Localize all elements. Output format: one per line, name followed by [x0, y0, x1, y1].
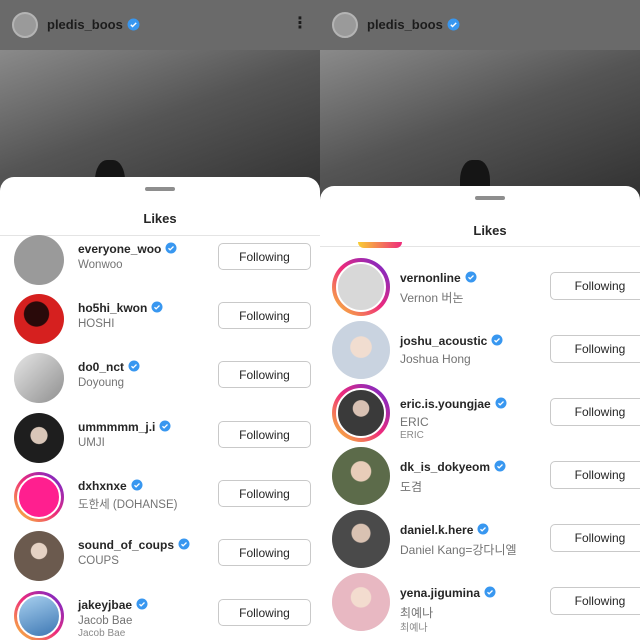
- user-row[interactable]: dk_is_dokyeom 도겸 Following: [320, 447, 640, 505]
- username[interactable]: joshu_acoustic: [400, 334, 503, 348]
- sheet-drag-handle[interactable]: [145, 187, 175, 191]
- following-button[interactable]: Following: [218, 302, 311, 329]
- sheet-title: Likes: [473, 223, 507, 238]
- full-name: Joshua Hong: [400, 352, 471, 366]
- full-name: UMJI: [78, 437, 105, 449]
- username[interactable]: eric.is.youngjae: [400, 397, 507, 411]
- following-button[interactable]: Following: [218, 539, 311, 566]
- verified-badge-icon: [131, 479, 143, 491]
- verified-badge-icon: [447, 18, 460, 31]
- user-row[interactable]: daniel.k.here Daniel Kang=강다니엘 Following: [320, 510, 640, 568]
- full-name: Vernon 버논: [400, 291, 464, 305]
- full-name: Wonwoo: [78, 259, 123, 271]
- following-button[interactable]: Following: [550, 461, 640, 489]
- following-button[interactable]: Following: [550, 398, 640, 426]
- left-screenshot-panel: pledis_boos ⋮ Likes everyone_woo Wonwoo …: [0, 0, 320, 640]
- following-button[interactable]: Following: [218, 599, 311, 626]
- avatar-story-ring[interactable]: [332, 384, 390, 442]
- username[interactable]: jakeyjbae: [78, 598, 148, 612]
- user-row[interactable]: eric.is.youngjae ERIC ERIC Following: [320, 384, 640, 442]
- secondary-name: 최예나: [400, 623, 428, 634]
- following-button[interactable]: Following: [218, 243, 311, 270]
- avatar[interactable]: [332, 573, 390, 631]
- post-author-username[interactable]: pledis_boos: [47, 17, 140, 32]
- likes-sheet: Likes vernonline Vernon 버논 Following jos…: [320, 186, 640, 640]
- verified-badge-icon: [484, 586, 496, 598]
- user-row[interactable]: ummmmm_j.i UMJI Following: [0, 410, 320, 466]
- partial-avatar-story-ring: [358, 242, 402, 248]
- user-row[interactable]: do0_nct Doyoung Following: [0, 350, 320, 406]
- post-header: pledis_boos ⋮: [0, 0, 320, 50]
- username[interactable]: everyone_woo: [78, 242, 177, 256]
- verified-badge-icon: [165, 242, 177, 254]
- avatar-story-ring[interactable]: [332, 258, 390, 316]
- post-header: pledis_boos: [320, 0, 640, 50]
- verified-badge-icon: [465, 271, 477, 283]
- verified-badge-icon: [128, 360, 140, 372]
- avatar[interactable]: [14, 353, 64, 403]
- following-button[interactable]: Following: [218, 480, 311, 507]
- sheet-title: Likes: [143, 211, 177, 226]
- full-name: 도한세 (DOHANSE): [78, 499, 178, 511]
- verified-badge-icon: [127, 18, 140, 31]
- user-row[interactable]: dxhxnxe 도한세 (DOHANSE) Following: [0, 469, 320, 525]
- full-name: HOSHI: [78, 318, 115, 330]
- user-row[interactable]: joshu_acoustic Joshua Hong Following: [320, 321, 640, 379]
- verified-badge-icon: [178, 538, 190, 550]
- more-options-icon[interactable]: ⋮: [292, 16, 308, 32]
- user-row[interactable]: vernonline Vernon 버논 Following: [320, 258, 640, 316]
- username[interactable]: dk_is_dokyeom: [400, 460, 506, 474]
- verified-badge-icon: [151, 301, 163, 313]
- verified-badge-icon: [136, 598, 148, 610]
- following-button[interactable]: Following: [550, 587, 640, 615]
- post-author-username[interactable]: pledis_boos: [367, 17, 460, 32]
- verified-badge-icon: [494, 460, 506, 472]
- avatar-story-ring[interactable]: [14, 591, 64, 640]
- avatar[interactable]: [332, 447, 390, 505]
- user-row[interactable]: everyone_woo Wonwoo Following: [0, 232, 320, 288]
- user-row[interactable]: jakeyjbae Jacob Bae Jacob Bae Following: [0, 588, 320, 640]
- full-name: Daniel Kang=강다니엘: [400, 543, 517, 557]
- post-author-avatar[interactable]: [12, 12, 38, 38]
- following-button[interactable]: Following: [550, 524, 640, 552]
- avatar[interactable]: [14, 294, 64, 344]
- avatar[interactable]: [14, 413, 64, 463]
- following-button[interactable]: Following: [218, 361, 311, 388]
- username[interactable]: ho5hi_kwon: [78, 301, 163, 315]
- avatar[interactable]: [14, 531, 64, 581]
- username[interactable]: vernonline: [400, 271, 477, 285]
- avatar[interactable]: [332, 321, 390, 379]
- full-name: Jacob Bae: [78, 615, 133, 627]
- verified-badge-icon: [477, 523, 489, 535]
- username[interactable]: ummmmm_j.i: [78, 420, 171, 434]
- verified-badge-icon: [495, 397, 507, 409]
- user-row[interactable]: yena.jigumina 최예나 최예나 Following: [320, 573, 640, 634]
- user-row[interactable]: ho5hi_kwon HOSHI Following: [0, 291, 320, 347]
- secondary-name: Jacob Bae: [78, 628, 126, 639]
- sheet-drag-handle[interactable]: [475, 196, 505, 200]
- username[interactable]: sound_of_coups: [78, 538, 190, 552]
- avatar[interactable]: [14, 235, 64, 285]
- following-button[interactable]: Following: [550, 272, 640, 300]
- following-button[interactable]: Following: [550, 335, 640, 363]
- username[interactable]: yena.jigumina: [400, 586, 496, 600]
- full-name: COUPS: [78, 555, 119, 567]
- verified-badge-icon: [159, 420, 171, 432]
- username[interactable]: daniel.k.here: [400, 523, 489, 537]
- full-name: ERIC: [400, 415, 429, 429]
- avatar[interactable]: [332, 510, 390, 568]
- secondary-name: ERIC: [400, 430, 424, 441]
- full-name: 도겸: [400, 480, 423, 494]
- username[interactable]: dxhxnxe: [78, 479, 143, 493]
- verified-badge-icon: [491, 334, 503, 346]
- right-screenshot-panel: pledis_boos Likes vernonline Vernon 버논 F…: [320, 0, 640, 640]
- following-button[interactable]: Following: [218, 421, 311, 448]
- post-author-avatar[interactable]: [332, 12, 358, 38]
- username[interactable]: do0_nct: [78, 360, 140, 374]
- avatar-story-ring[interactable]: [14, 472, 64, 522]
- user-row[interactable]: sound_of_coups COUPS Following: [0, 528, 320, 584]
- full-name: Doyoung: [78, 377, 125, 389]
- likes-sheet: Likes everyone_woo Wonwoo Following ho5h…: [0, 177, 320, 640]
